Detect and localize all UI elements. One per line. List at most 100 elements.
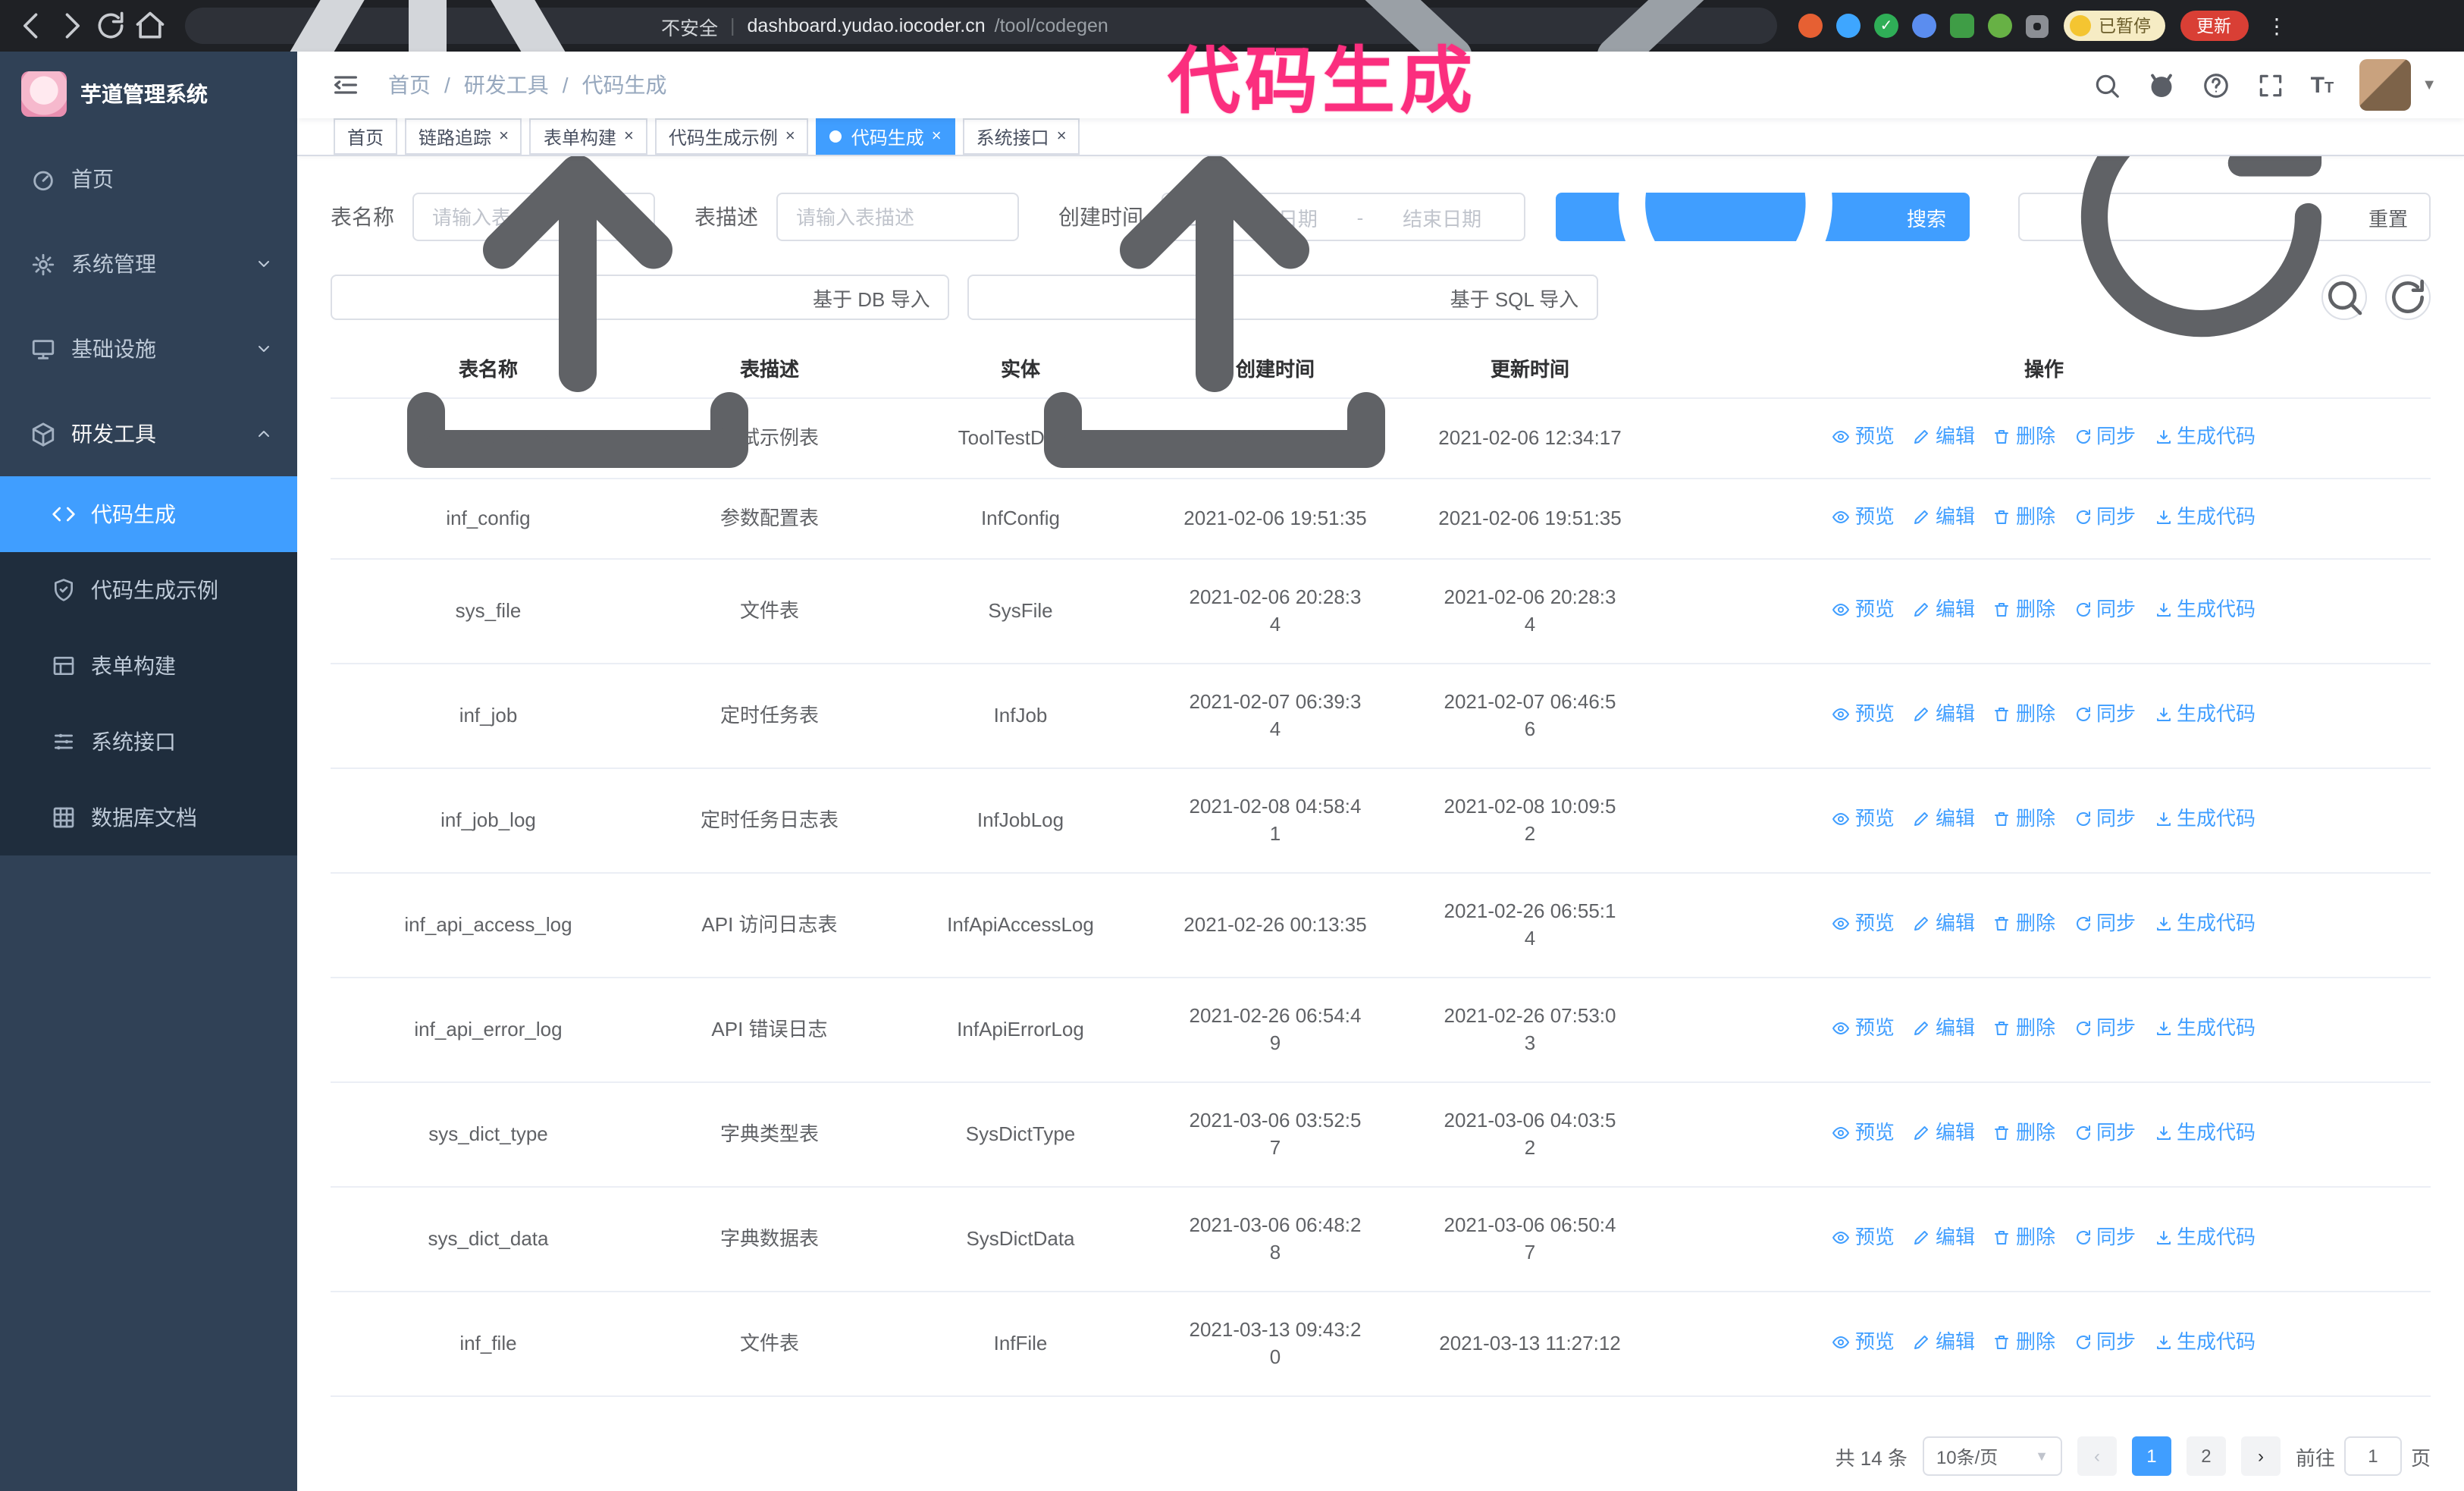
hamburger-fold-icon[interactable] bbox=[331, 70, 361, 100]
sidebar-item-db-doc[interactable]: 数据库文档 bbox=[0, 780, 297, 855]
sidebar-item-codegen[interactable]: 代码生成 bbox=[0, 476, 297, 552]
sidebar-item-devtools[interactable]: 研发工具 bbox=[0, 391, 297, 476]
extension-icon-leaf[interactable] bbox=[1988, 14, 2012, 38]
preview-link[interactable]: 预览 bbox=[1832, 423, 1895, 450]
generate-link[interactable]: 生成代码 bbox=[2154, 1119, 2256, 1147]
page-size-select[interactable]: 10条/页 ▼ bbox=[1922, 1436, 2062, 1476]
sidebar-logo[interactable]: 芋道管理系统 bbox=[0, 52, 297, 137]
forward-icon[interactable] bbox=[55, 9, 88, 42]
generate-link[interactable]: 生成代码 bbox=[2154, 701, 2256, 728]
extension-icon-check[interactable]: ✓ bbox=[1874, 14, 1898, 38]
close-icon[interactable]: × bbox=[785, 127, 795, 145]
breadcrumb-item[interactable]: 研发工具 bbox=[464, 70, 549, 100]
tab-codegen[interactable]: 代码生成 × bbox=[816, 118, 955, 155]
close-icon[interactable]: × bbox=[624, 127, 634, 145]
edit-link[interactable]: 编辑 bbox=[1913, 1329, 1975, 1356]
edit-link[interactable]: 编辑 bbox=[1913, 596, 1975, 623]
fullscreen-icon[interactable] bbox=[2256, 71, 2285, 99]
generate-link[interactable]: 生成代码 bbox=[2154, 805, 2256, 833]
sync-link[interactable]: 同步 bbox=[2074, 423, 2136, 450]
preview-link[interactable]: 预览 bbox=[1832, 1329, 1895, 1356]
preview-link[interactable]: 预览 bbox=[1832, 1119, 1895, 1147]
sidebar-item-system-api[interactable]: 系统接口 bbox=[0, 704, 297, 780]
edit-link[interactable]: 编辑 bbox=[1913, 1119, 1975, 1147]
delete-link[interactable]: 删除 bbox=[1993, 701, 2055, 728]
preview-link[interactable]: 预览 bbox=[1832, 504, 1895, 531]
sidebar-item-codegen-example[interactable]: 代码生成示例 bbox=[0, 552, 297, 628]
next-page-button[interactable]: › bbox=[2240, 1436, 2281, 1476]
edit-link[interactable]: 编辑 bbox=[1913, 1224, 1975, 1251]
sync-link[interactable]: 同步 bbox=[2074, 910, 2136, 937]
update-button[interactable]: 更新 bbox=[2180, 11, 2248, 41]
preview-link[interactable]: 预览 bbox=[1832, 701, 1895, 728]
page-button-1[interactable]: 1 bbox=[2131, 1436, 2171, 1476]
github-icon[interactable] bbox=[2147, 71, 2176, 99]
sync-link[interactable]: 同步 bbox=[2074, 596, 2136, 623]
prev-page-button[interactable]: ‹ bbox=[2077, 1436, 2117, 1476]
sidebar-item-system[interactable]: 系统管理 bbox=[0, 221, 297, 306]
edit-link[interactable]: 编辑 bbox=[1913, 423, 1975, 450]
browser-menu-icon[interactable]: ⋮ bbox=[2266, 13, 2287, 39]
generate-link[interactable]: 生成代码 bbox=[2154, 596, 2256, 623]
table-desc-input[interactable] bbox=[776, 193, 1019, 241]
reload-icon[interactable] bbox=[94, 9, 127, 42]
paused-badge[interactable]: 已暂停 bbox=[2064, 11, 2165, 41]
close-icon[interactable]: × bbox=[499, 127, 509, 145]
edit-link[interactable]: 编辑 bbox=[1913, 504, 1975, 531]
tab-codegen-example[interactable]: 代码生成示例 × bbox=[654, 118, 809, 155]
reset-button[interactable]: 重置 bbox=[2017, 83, 2431, 337]
search-icon[interactable] bbox=[2093, 71, 2121, 99]
breadcrumb-item[interactable]: 首页 bbox=[388, 70, 431, 100]
generate-link[interactable]: 生成代码 bbox=[2154, 504, 2256, 531]
edit-link[interactable]: 编辑 bbox=[1913, 910, 1975, 937]
back-icon[interactable] bbox=[15, 9, 49, 42]
search-button[interactable]: 搜索 bbox=[1556, 96, 1969, 351]
sidebar-item-form-builder[interactable]: 表单构建 bbox=[0, 628, 297, 704]
generate-link[interactable]: 生成代码 bbox=[2154, 910, 2256, 937]
generate-link[interactable]: 生成代码 bbox=[2154, 1015, 2256, 1042]
sidebar-item-infra[interactable]: 基础设施 bbox=[0, 306, 297, 391]
tab-form-builder[interactable]: 表单构建 × bbox=[529, 118, 647, 155]
toggle-search-button[interactable] bbox=[2321, 275, 2367, 320]
delete-link[interactable]: 删除 bbox=[1993, 504, 2055, 531]
generate-link[interactable]: 生成代码 bbox=[2154, 423, 2256, 450]
edit-link[interactable]: 编辑 bbox=[1913, 805, 1975, 833]
address-bar[interactable]: 不安全 | dashboard.yudao.iocoder.cn/tool/co… bbox=[185, 0, 1777, 196]
extension-icon-green-square[interactable] bbox=[1950, 14, 1974, 38]
tab-home[interactable]: 首页 bbox=[334, 118, 398, 155]
close-icon[interactable]: × bbox=[932, 127, 942, 145]
import-sql-button[interactable]: 基于 SQL 导入 bbox=[967, 155, 1599, 468]
generate-link[interactable]: 生成代码 bbox=[2154, 1329, 2256, 1356]
sync-link[interactable]: 同步 bbox=[2074, 1329, 2136, 1356]
refresh-table-button[interactable] bbox=[2385, 275, 2431, 320]
import-db-button[interactable]: 基于 DB 导入 bbox=[331, 155, 950, 468]
delete-link[interactable]: 删除 bbox=[1993, 423, 2055, 450]
font-size-icon[interactable]: TT bbox=[2311, 72, 2334, 98]
sync-link[interactable]: 同步 bbox=[2074, 805, 2136, 833]
tab-system-api[interactable]: 系统接口 × bbox=[962, 118, 1080, 155]
delete-link[interactable]: 删除 bbox=[1993, 1329, 2055, 1356]
preview-link[interactable]: 预览 bbox=[1832, 596, 1895, 623]
extension-icon-orange[interactable] bbox=[1798, 14, 1823, 38]
preview-link[interactable]: 预览 bbox=[1832, 910, 1895, 937]
preview-link[interactable]: 预览 bbox=[1832, 1015, 1895, 1042]
delete-link[interactable]: 删除 bbox=[1993, 1015, 2055, 1042]
sync-link[interactable]: 同步 bbox=[2074, 701, 2136, 728]
sync-link[interactable]: 同步 bbox=[2074, 1224, 2136, 1251]
delete-link[interactable]: 删除 bbox=[1993, 805, 2055, 833]
delete-link[interactable]: 删除 bbox=[1993, 596, 2055, 623]
page-button-2[interactable]: 2 bbox=[2186, 1436, 2226, 1476]
delete-link[interactable]: 删除 bbox=[1993, 1119, 2055, 1147]
generate-link[interactable]: 生成代码 bbox=[2154, 1224, 2256, 1251]
sync-link[interactable]: 同步 bbox=[2074, 1015, 2136, 1042]
preview-link[interactable]: 预览 bbox=[1832, 805, 1895, 833]
goto-page-input[interactable] bbox=[2343, 1436, 2402, 1476]
user-menu[interactable]: ▼ bbox=[2359, 59, 2437, 111]
close-icon[interactable]: × bbox=[1057, 127, 1067, 145]
help-icon[interactable] bbox=[2202, 71, 2230, 99]
extension-icon-users[interactable] bbox=[1912, 14, 1936, 38]
preview-link[interactable]: 预览 bbox=[1832, 1224, 1895, 1251]
sync-link[interactable]: 同步 bbox=[2074, 504, 2136, 531]
extensions-puzzle-icon[interactable] bbox=[2026, 14, 2049, 37]
extension-icon-droplet[interactable] bbox=[1836, 14, 1861, 38]
